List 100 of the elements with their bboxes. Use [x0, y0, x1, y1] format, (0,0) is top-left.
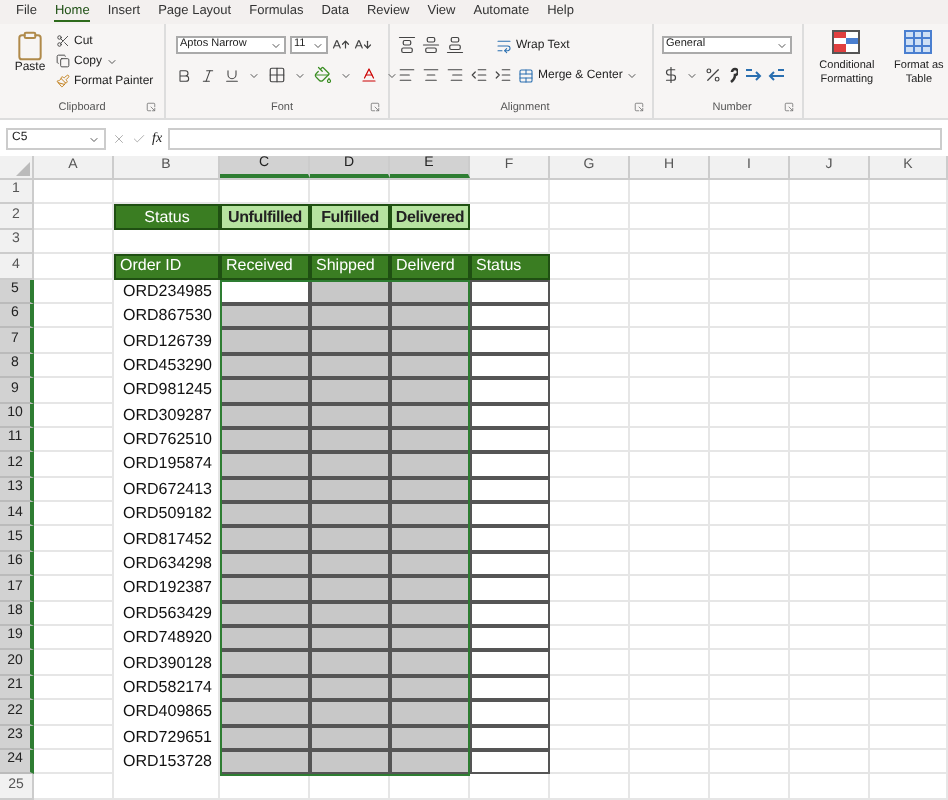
fill-color-icon[interactable] [314, 66, 332, 84]
caret-icon[interactable] [312, 39, 324, 51]
empty-cell[interactable] [710, 502, 790, 527]
empty-cell[interactable] [870, 229, 948, 255]
align-middle-icon[interactable] [422, 36, 440, 54]
copy-icon[interactable] [56, 54, 70, 68]
empty-cell[interactable] [630, 378, 710, 404]
empty-cell[interactable] [790, 452, 870, 478]
empty-cell[interactable] [790, 378, 870, 404]
table-cell[interactable] [390, 626, 470, 651]
empty-cell[interactable] [710, 328, 790, 354]
wrap-text-icon[interactable] [496, 37, 512, 53]
table-cell[interactable] [390, 303, 470, 329]
table-cell[interactable] [310, 502, 390, 527]
currency-icon[interactable] [662, 66, 680, 84]
table-cell[interactable] [390, 675, 470, 701]
caret-icon[interactable] [248, 69, 260, 81]
table-cell[interactable] [310, 303, 390, 329]
table-cell[interactable] [470, 675, 550, 701]
empty-cell[interactable] [790, 601, 870, 627]
empty-cell[interactable] [710, 774, 790, 800]
table-cell[interactable] [310, 551, 390, 577]
caret-icon[interactable] [686, 69, 698, 81]
empty-cell[interactable] [790, 774, 870, 800]
table-cell[interactable] [390, 700, 470, 726]
cancel-icon[interactable] [112, 132, 126, 146]
caret-icon[interactable] [626, 69, 639, 81]
table-cell[interactable] [470, 452, 550, 478]
empty-cell[interactable] [870, 303, 948, 329]
empty-cell[interactable] [790, 725, 870, 750]
table-cell[interactable] [470, 576, 550, 602]
empty-cell[interactable] [870, 675, 948, 701]
empty-cell[interactable] [630, 477, 710, 503]
empty-cell[interactable] [790, 204, 870, 230]
empty-cell[interactable] [630, 551, 710, 577]
table-cell[interactable] [470, 303, 550, 329]
table-cell[interactable] [220, 749, 310, 775]
caret-icon[interactable] [106, 55, 119, 67]
borders-icon[interactable] [268, 66, 286, 84]
empty-cell[interactable] [710, 180, 790, 205]
table-cell[interactable] [220, 378, 310, 404]
empty-cell[interactable] [630, 502, 710, 527]
empty-cell[interactable] [630, 254, 710, 280]
empty-cell[interactable] [790, 403, 870, 428]
empty-cell[interactable] [790, 502, 870, 527]
decrease-decimal-icon[interactable] [768, 66, 786, 84]
table-cell[interactable] [390, 650, 470, 676]
table-cell[interactable] [470, 650, 550, 676]
empty-cell[interactable] [630, 774, 710, 800]
table-cell[interactable] [220, 650, 310, 676]
empty-cell[interactable] [790, 675, 870, 701]
decrease-indent-icon[interactable] [470, 66, 488, 84]
empty-cell[interactable] [630, 303, 710, 329]
empty-cell[interactable] [630, 229, 710, 255]
empty-cell[interactable] [870, 502, 948, 527]
align-left-icon[interactable] [398, 66, 416, 84]
align-top-icon[interactable] [398, 36, 416, 54]
caret-icon[interactable] [270, 39, 282, 51]
empty-cell[interactable] [710, 601, 790, 627]
empty-cell[interactable] [710, 303, 790, 329]
table-cell[interactable] [470, 601, 550, 627]
empty-cell[interactable] [220, 774, 310, 800]
empty-cell[interactable] [630, 279, 710, 304]
empty-cell[interactable] [790, 477, 870, 503]
table-cell[interactable] [470, 427, 550, 453]
italic-icon[interactable] [200, 67, 216, 83]
table-cell[interactable] [390, 601, 470, 627]
empty-cell[interactable] [790, 626, 870, 651]
empty-cell[interactable] [390, 774, 470, 800]
empty-cell[interactable] [630, 675, 710, 701]
table-cell[interactable] [470, 526, 550, 552]
table-cell[interactable] [390, 353, 470, 379]
empty-cell[interactable] [870, 403, 948, 428]
empty-cell[interactable] [710, 650, 790, 676]
table-cell[interactable] [220, 725, 310, 750]
scissors-icon[interactable] [56, 34, 70, 48]
empty-cell[interactable] [630, 427, 710, 453]
empty-cell[interactable] [870, 477, 948, 503]
table-cell[interactable] [390, 452, 470, 478]
empty-cell[interactable] [630, 749, 710, 775]
table-cell[interactable] [220, 353, 310, 379]
empty-cell[interactable] [870, 551, 948, 577]
empty-cell[interactable] [630, 452, 710, 478]
formula-input[interactable] [168, 128, 942, 150]
empty-cell[interactable] [710, 526, 790, 552]
empty-cell[interactable] [790, 254, 870, 280]
empty-cell[interactable] [870, 626, 948, 651]
table-cell[interactable] [310, 328, 390, 354]
percent-icon[interactable] [704, 66, 722, 84]
align-center-icon[interactable] [422, 66, 440, 84]
table-cell[interactable] [390, 576, 470, 602]
empty-cell[interactable] [790, 526, 870, 552]
empty-cell[interactable] [630, 526, 710, 552]
empty-cell[interactable] [710, 452, 790, 478]
table-cell[interactable] [470, 279, 550, 304]
empty-cell[interactable] [870, 700, 948, 726]
table-cell[interactable] [470, 378, 550, 404]
empty-cell[interactable] [790, 303, 870, 329]
empty-cell[interactable] [710, 378, 790, 404]
empty-cell[interactable] [790, 650, 870, 676]
